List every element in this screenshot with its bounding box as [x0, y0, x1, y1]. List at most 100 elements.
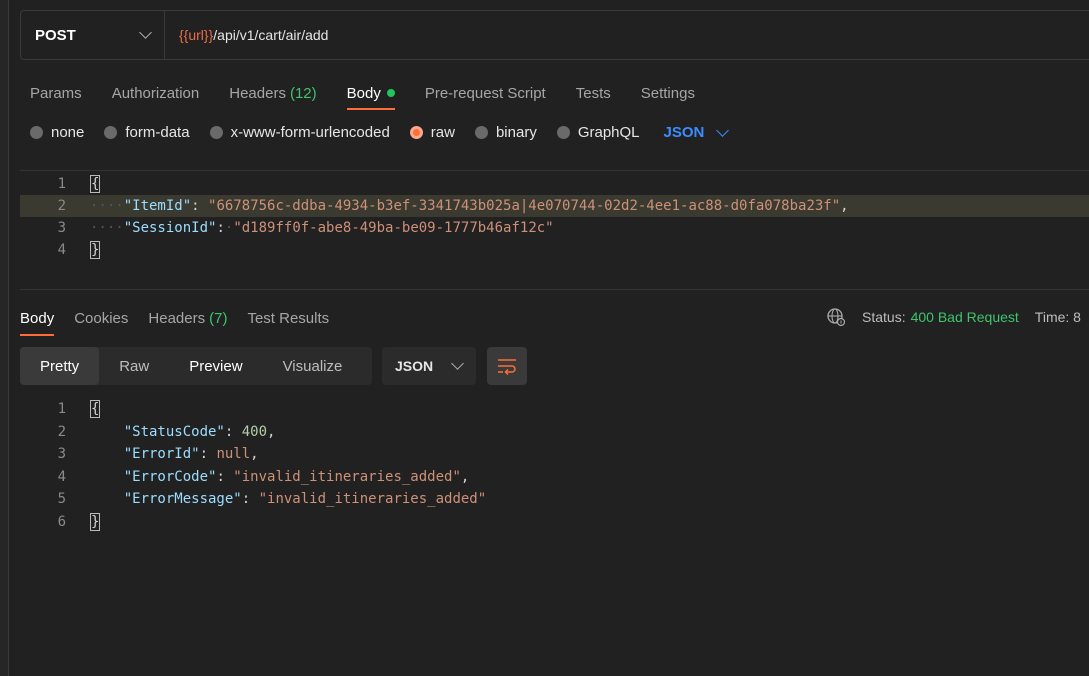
code-line: 1 { [20, 398, 1089, 420]
tab-body[interactable]: Body [346, 78, 396, 110]
tab-label: Settings [640, 84, 695, 102]
chevron-down-icon [139, 26, 152, 39]
json-key: "ItemId" [123, 198, 192, 214]
tab-label: Tests [575, 84, 611, 102]
code-line: 1 { [20, 173, 1089, 195]
body-type-graphql[interactable]: GraphQL [556, 124, 640, 141]
tab-pre-request-script[interactable]: Pre-request Script [425, 78, 546, 108]
url-path: /api/v1/cart/air/add [213, 27, 329, 43]
code-text: ····"ItemId": "6678756c-ddba-4934-b3ef-3… [90, 198, 849, 214]
status-label: Status: [862, 309, 906, 325]
wrap-lines-icon [498, 359, 516, 375]
response-body-viewer[interactable]: 1 { 2 "StatusCode": 400, 3 "ErrorId": nu… [20, 398, 1089, 538]
tab-tests[interactable]: Tests [576, 78, 611, 108]
code-text: "StatusCode": 400, [123, 424, 276, 440]
code-text: { [90, 398, 101, 420]
request-tabs: Params Authorization Headers (12) Body Pr… [30, 78, 725, 110]
radio-label: x-www-form-urlencoded [230, 124, 390, 141]
open-brace: { [90, 175, 101, 193]
body-type-binary[interactable]: binary [474, 124, 537, 141]
view-preview[interactable]: Preview [169, 347, 262, 385]
code-text: } [90, 239, 101, 261]
tab-label: Headers [148, 309, 206, 327]
json-key: "ErrorId" [123, 446, 200, 462]
response-tab-test-results[interactable]: Test Results [247, 305, 329, 331]
json-value: "d189ff0f-abe8-49ba-be09-1777b46af12c" [233, 220, 554, 236]
body-type-raw[interactable]: raw [409, 124, 455, 141]
open-brace: { [90, 400, 101, 418]
response-format-select[interactable]: JSON [382, 347, 476, 385]
url-input[interactable]: {{url}}/api/v1/cart/air/add [165, 27, 328, 43]
tab-params[interactable]: Params [30, 78, 82, 108]
body-indicator-dot [386, 89, 395, 97]
line-number: 4 [57, 242, 66, 258]
url-variable: {{url}} [179, 27, 214, 43]
radio-button [209, 126, 223, 139]
time-label[interactable]: Time: 8 [1035, 309, 1081, 325]
tab-label: Body [20, 309, 55, 327]
tab-label: Cookies [74, 309, 129, 327]
code-text: } [90, 511, 101, 533]
response-view-switcher: Pretty Raw Preview Visualize [20, 347, 372, 385]
line-number: 4 [57, 469, 66, 485]
json-value: null [216, 446, 251, 462]
code-text: "ErrorId": null, [123, 446, 259, 462]
json-value: "invalid_itineraries_added" [258, 491, 487, 507]
tab-authorization[interactable]: Authorization [112, 78, 200, 108]
json-value: 400 [241, 424, 268, 440]
view-visualize[interactable]: Visualize [263, 347, 363, 385]
view-raw[interactable]: Raw [99, 347, 169, 385]
tab-settings[interactable]: Settings [641, 78, 695, 108]
body-type-urlencoded[interactable]: x-www-form-urlencoded [209, 124, 390, 141]
close-brace: } [90, 241, 101, 259]
code-line: 6 } [20, 511, 1089, 533]
method-select[interactable]: POST [21, 11, 165, 59]
code-text: "ErrorMessage": "invalid_itineraries_add… [123, 491, 487, 507]
response-tab-headers[interactable]: Headers (7) [148, 305, 227, 331]
response-status: Status: 400 Bad Request Time: 8 [826, 307, 1081, 327]
line-number: 2 [57, 424, 66, 440]
line-number: 3 [57, 446, 66, 462]
tab-label: Pre-request Script [424, 84, 546, 102]
close-brace: } [90, 513, 101, 531]
radio-label: none [51, 124, 85, 141]
wrap-lines-button[interactable] [487, 347, 527, 385]
radio-label: binary [495, 124, 537, 141]
radio-button [30, 126, 43, 139]
response-tab-body[interactable]: Body [20, 305, 55, 336]
json-key: "StatusCode" [123, 424, 225, 440]
body-language-select[interactable]: JSON [663, 123, 730, 141]
code-line: 2 "StatusCode": 400, [20, 421, 1089, 443]
headers-count: (12) [289, 84, 317, 102]
body-type-options: none form-data x-www-form-urlencoded raw… [30, 123, 730, 141]
radio-label: raw [430, 124, 455, 141]
line-number: 3 [57, 220, 66, 236]
body-type-form-data[interactable]: form-data [104, 124, 190, 141]
code-line: 2 ····"ItemId": "6678756c-ddba-4934-b3ef… [20, 195, 1089, 217]
code-line: 3 "ErrorId": null, [20, 443, 1089, 465]
body-type-none[interactable]: none [30, 124, 84, 141]
radio-button [104, 126, 118, 139]
code-text: "ErrorCode": "invalid_itineraries_added"… [123, 469, 470, 485]
request-body-editor[interactable]: 1 { 2 ····"ItemId": "6678756c-ddba-4934-… [20, 170, 1089, 290]
line-number: 5 [57, 491, 66, 507]
code-line: 3 ····"SessionId":·"d189ff0f-abe8-49ba-b… [20, 217, 1089, 239]
network-globe-icon[interactable] [826, 307, 846, 327]
language-label: JSON [663, 124, 705, 141]
status-value[interactable]: 400 Bad Request [911, 309, 1019, 325]
code-line: 5 "ErrorMessage": "invalid_itineraries_a… [20, 488, 1089, 510]
view-label: Preview [189, 357, 243, 375]
tab-label: Body [346, 84, 381, 102]
response-tabs: Body Cookies Headers (7) Test Results [20, 305, 349, 336]
view-pretty[interactable]: Pretty [20, 347, 100, 385]
response-tab-cookies[interactable]: Cookies [74, 305, 128, 331]
tab-headers[interactable]: Headers (12) [229, 78, 316, 108]
code-text: ····"SessionId":·"d189ff0f-abe8-49ba-be0… [90, 220, 554, 236]
tab-label: Params [30, 84, 82, 102]
code-line: 4 "ErrorCode": "invalid_itineraries_adde… [20, 466, 1089, 488]
json-value: "6678756c-ddba-4934-b3ef-3341743b025a|4e… [208, 198, 841, 214]
radio-label: form-data [125, 124, 190, 141]
radio-button [556, 126, 570, 139]
radio-label: GraphQL [577, 124, 640, 141]
line-number: 1 [57, 176, 66, 192]
